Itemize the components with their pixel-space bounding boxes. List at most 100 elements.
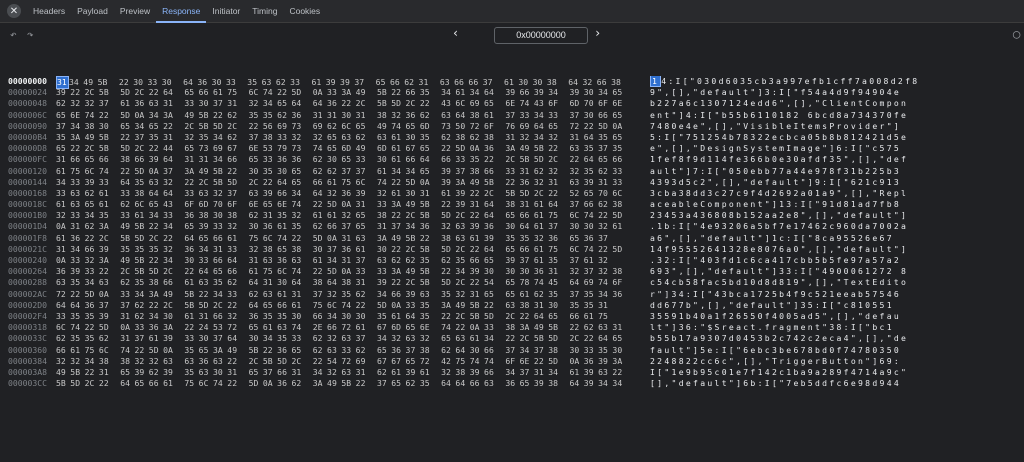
row-hex-bytes[interactable]: 34 33 39 33 64 35 63 32 22 2C 5B 5D 2C 22 64 65 66 61 75 6C… <box>56 177 646 188</box>
row-offset: 000003CC <box>8 378 47 389</box>
offset-input[interactable]: 0x00000000 <box>494 27 588 44</box>
row-ascii[interactable]: ault"]7:I["050ebb77a44e978f31b225b3 <box>650 166 1024 177</box>
row-hex-bytes[interactable]: 36 39 33 22 2C 5B 5D 2C 22 64 65 66 61 75 6C 74 22 5D 0A 33… <box>56 266 646 277</box>
row-hex-bytes[interactable]: 37 34 38 30 65 34 65 22 2C 5B 5D 2C 22 56 69 73 69 62 6C 65… <box>56 121 646 132</box>
row-ascii[interactable]: a6",[],"default"]1c:I["8ca95526e67 <box>650 233 1024 244</box>
row-hex-bytes[interactable]: 65 6E 74 22 5D 0A 34 3A 49 5B 22 62 35 35 62 36 31 31 30 31… <box>56 110 646 121</box>
row-ascii[interactable]: e",[],"DesignSystemImage"]6:I["c575 <box>650 143 1024 154</box>
row-hex-bytes[interactable]: 0A 31 62 3A 49 5B 22 34 65 39 33 32 30 36 61 35 62 66 37 65… <box>56 221 646 232</box>
hex-row: 0000033C 62 35 35 62 31 37 61 39 33 30 37 64 30 34 35 33… <box>0 333 1024 344</box>
row-ascii[interactable]: 23453a436808b152aa2e8",[],"default"] <box>650 210 1024 221</box>
row-hex-bytes[interactable]: 33 63 62 61 33 38 64 64 33 63 32 37 63 39 66 34 64 32 36 39… <box>56 188 646 199</box>
row-hex-bytes[interactable]: 0A 33 32 3A 49 5B 22 34 30 33 66 64 31 63 36 63 61 34 31 37… <box>56 255 646 266</box>
row-ascii[interactable]: 5:I["751254b78322ecbca05b8b812421d5e <box>650 132 1024 143</box>
row-hex-bytes[interactable]: 62 35 35 62 31 37 61 39 33 30 37 64 30 34 35 33 62 32 63 37… <box>56 333 646 344</box>
row-ascii[interactable]: r"]34:I["43bca1725b4f9c521eeab57546 <box>650 289 1024 300</box>
row-hex-bytes[interactable]: 5B 5D 2C 22 64 65 66 61 75 6C 74 22 5D 0A 36 62 3A 49 5B 22… <box>56 378 646 389</box>
row-offset: 00000360 <box>8 344 47 355</box>
hex-viewer[interactable]: 00000000 31 34 49 5B 22 30 33 30 64 36 30 33 35 63 62 33… <box>0 76 1024 462</box>
hex-row: 000002F4 33 35 35 39 31 62 34 30 61 31 66 32 36 35 35 30… <box>0 311 1024 322</box>
row-hex-bytes[interactable]: 64 64 36 37 37 62 22 2C 5B 5D 2C 22 64 65 66 61 75 6C 74 22… <box>56 300 646 311</box>
row-offset: 00000318 <box>8 322 47 333</box>
row-hex-bytes[interactable]: 61 75 6C 74 22 5D 0A 37 3A 49 5B 22 30 35 30 65 62 62 37 37… <box>56 166 646 177</box>
row-ascii[interactable]: I["1e9b95c01e7f142c1ba9a289f4714a9c" <box>650 367 1024 378</box>
row-offset: 00000264 <box>8 266 47 277</box>
row-ascii[interactable]: c54cb58fac5bd10d8d819",[],"TextEdito <box>650 277 1024 288</box>
tab-headers[interactable]: Headers <box>27 0 71 22</box>
row-hex-bytes[interactable]: 72 22 5D 0A 33 34 3A 49 5B 22 34 33 62 63 61 31 37 32 35 62… <box>56 289 646 300</box>
hex-row: 000001D4 0A 31 62 3A 49 5B 22 34 65 39 33 32 30 36 61 35… <box>0 221 1024 232</box>
search-icon[interactable]: ◯ <box>1013 27 1020 41</box>
row-offset: 000000B4 <box>8 131 47 142</box>
undo-icon[interactable]: ↶ <box>10 28 17 41</box>
row-hex-bytes[interactable]: 32 32 34 38 38 32 32 63 63 36 63 22 2C 5B 5D 2C 22 54 72 69… <box>56 356 646 367</box>
row-ascii[interactable]: 14f95552641328e8076a0",[],"default"] <box>650 244 1024 255</box>
row-offset: 0000006C <box>8 109 47 120</box>
row-ascii[interactable]: b55b17a9307d0453b2c742c2eca4",[],"de <box>650 333 1024 344</box>
row-hex-bytes[interactable]: 31 66 65 66 38 66 39 64 31 31 34 66 65 33 36 36 62 30 65 33… <box>56 154 646 165</box>
tab-timing[interactable]: Timing <box>246 0 283 22</box>
row-ascii[interactable]: 2248822cc6c",[],"TriggerButton"]69: <box>650 356 1024 367</box>
row-hex-bytes[interactable]: 62 32 32 37 61 36 63 31 33 30 37 31 32 34 65 64 64 36 22 2C… <box>56 98 646 109</box>
row-ascii[interactable]: [],"default"]6b:I["7eb5ddfc6e98d944 <box>650 378 1024 389</box>
close-icon[interactable]: ✕ <box>7 4 21 18</box>
tab-payload[interactable]: Payload <box>71 0 114 22</box>
row-offset: 00000024 <box>8 87 47 98</box>
hex-row: 000000D8 65 22 2C 5B 5D 2C 22 44 65 73 69 67 6E 53 79 73… <box>0 143 1024 154</box>
row-offset: 00000144 <box>8 176 47 187</box>
row-hex-bytes[interactable]: 49 5B 22 31 65 39 62 39 35 63 30 31 65 37 66 31 34 32 63 31… <box>56 367 646 378</box>
row-ascii[interactable]: 1 4:I["030d6035cb3a997efb1cff7a008d2f8 <box>650 76 1024 87</box>
row-hex-bytes[interactable]: 39 22 2C 5B 5D 2C 22 64 65 66 61 75 6C 74 22 5D 0A 33 3A 49… <box>56 87 646 98</box>
row-ascii[interactable]: lt"]36:"$Sreact.fragment"38:I["bc1 <box>650 322 1024 333</box>
row-ascii[interactable]: fault"]5e:I["6ebc3be678bd0f74780350 <box>650 345 1024 356</box>
row-ascii[interactable]: 3cba38dd3c27c9f4d2692a01a9",[],"Repl <box>650 188 1024 199</box>
row-ascii[interactable]: dd677b",[],"default"]35:I["c810551 <box>650 300 1024 311</box>
row-ascii[interactable]: 693",[],"default"]33:I["4900061272 8 <box>650 266 1024 277</box>
chevron-left-icon[interactable]: ‹ <box>452 26 459 40</box>
tab-cookies[interactable]: Cookies <box>283 0 326 22</box>
row-ascii[interactable]: 4393d5c2",[],"default"]9:I["621c913 <box>650 177 1024 188</box>
redo-icon[interactable]: ↷ <box>27 28 34 41</box>
chevron-right-icon[interactable]: › <box>594 26 601 40</box>
row-hex-bytes[interactable]: 33 35 35 39 31 62 34 30 61 31 66 32 36 35 35 30 66 34 30 30… <box>56 311 646 322</box>
row-ascii[interactable]: 1fef8f9d114fe366b0e30afdf35",[],"def <box>650 154 1024 165</box>
row-hex-bytes[interactable]: 35 3A 49 5B 22 37 35 31 32 35 34 62 37 38 33 32 32 65 63 62… <box>56 132 646 143</box>
row-ascii[interactable]: 35591b40a1f26550f4005ad5",[],"defau <box>650 311 1024 322</box>
hex-row: 000003A8 49 5B 22 31 65 39 62 39 35 63 30 31 65 37 66 31… <box>0 367 1024 378</box>
row-offset: 0000033C <box>8 333 47 344</box>
tab-response[interactable]: Response <box>156 0 207 23</box>
row-offset: 000002F4 <box>8 310 47 321</box>
row-hex-bytes[interactable]: 61 36 22 2C 5B 5D 2C 22 64 65 66 61 75 6C 74 22 5D 0A 31 63… <box>56 233 646 244</box>
row-hex-bytes[interactable]: 63 35 34 63 62 35 38 66 61 63 35 62 64 31 30 64 38 64 38 31… <box>56 277 646 288</box>
hex-row: 000003CC 5B 5D 2C 22 64 65 66 61 75 6C 74 22 5D 0A 36 62… <box>0 378 1024 389</box>
row-hex-bytes[interactable]: 61 63 65 61 62 6C 65 43 6F 6D 70 6F 6E 65 6E 74 22 5D 0A 31… <box>56 199 646 210</box>
row-hex-bytes[interactable]: 32 33 34 35 33 61 34 33 36 38 30 38 62 31 35 32 61 61 32 65… <box>56 210 646 221</box>
row-ascii[interactable]: 7480e4e",[],"VisibleItemsProvider"] <box>650 121 1024 132</box>
hex-row: 00000120 61 75 6C 74 22 5D 0A 37 3A 49 5B 22 30 35 30 65… <box>0 166 1024 177</box>
row-hex-bytes[interactable]: 66 61 75 6C 74 22 5D 0A 35 65 3A 49 5B 22 36 65 62 63 33 62… <box>56 345 646 356</box>
row-ascii[interactable]: .32:I["403fd1c6ca417cbb5b5fe97a57a2 <box>650 255 1024 266</box>
row-offset: 00000048 <box>8 98 47 109</box>
row-offset: 00000240 <box>8 255 47 265</box>
row-ascii[interactable]: ent"]4:I["b55b6110182 6bcd8a734370fe <box>650 110 1024 121</box>
row-hex-bytes[interactable]: 31 34 66 39 35 35 35 32 36 34 31 33 32 38 65 38 30 37 36 61… <box>56 244 646 255</box>
row-offset: 000000FC <box>8 154 47 165</box>
hex-row: 00000048 62 32 32 37 61 36 63 31 33 30 37 31 32 34 65 64… <box>0 98 1024 109</box>
row-offset: 00000090 <box>8 120 47 131</box>
row-offset: 00000168 <box>8 187 47 198</box>
row-offset: 000002D0 <box>8 299 47 310</box>
hex-row: 000001B0 32 33 34 35 33 61 34 33 36 38 30 38 62 31 35 32… <box>0 210 1024 221</box>
hex-row: 00000288 63 35 34 63 62 35 38 66 61 63 35 62 64 31 30 64… <box>0 277 1024 288</box>
row-ascii[interactable]: 9",[],"default"]3:I["f54a4d9f94904e <box>650 87 1024 98</box>
tab-initiator[interactable]: Initiator <box>206 0 246 22</box>
row-offset: 000001D4 <box>8 221 47 232</box>
tab-preview[interactable]: Preview <box>114 0 156 22</box>
row-ascii[interactable]: b227a6c1307124edd6",[],"ClientCompon <box>650 98 1024 109</box>
row-hex-bytes[interactable]: 6C 74 22 5D 0A 33 36 3A 22 24 53 72 65 61 63 74 2E 66 72 61… <box>56 322 646 333</box>
row-ascii[interactable]: .1b:I["4e93206a5bf7e17462c960da7002a <box>650 221 1024 232</box>
row-ascii[interactable]: aceableComponent"]13:I["91d81ad7fb8 <box>650 199 1024 210</box>
row-hex-bytes[interactable]: 65 22 2C 5B 5D 2C 22 44 65 73 69 67 6E 53 79 73 74 65 6D 49… <box>56 143 646 154</box>
hex-row: 00000384 32 32 34 38 38 32 32 63 63 36 63 22 2C 5B 5D 2C… <box>0 356 1024 367</box>
row-offset: 00000384 <box>8 355 47 366</box>
row-offset: 000001F8 <box>8 232 47 243</box>
